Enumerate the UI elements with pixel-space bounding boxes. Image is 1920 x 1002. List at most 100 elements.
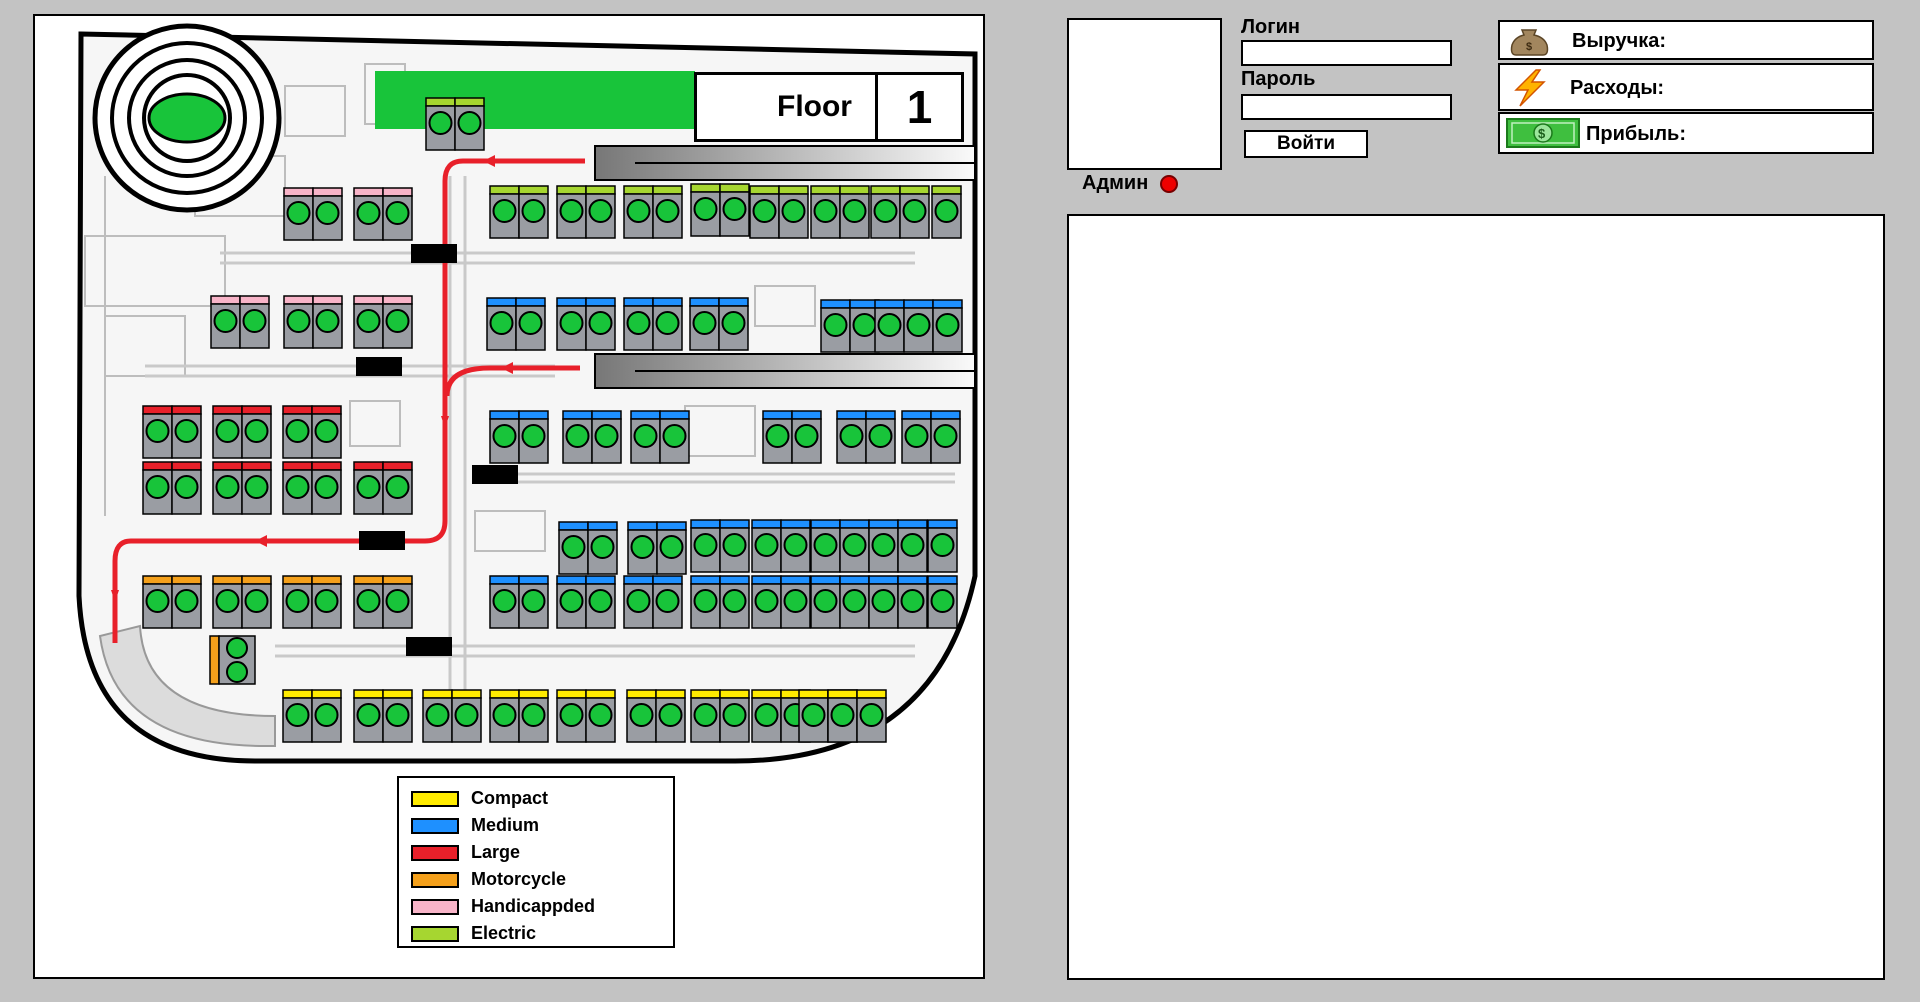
parking-spot[interactable] bbox=[212, 405, 243, 459]
parking-spot[interactable] bbox=[927, 575, 958, 629]
parking-spot[interactable] bbox=[930, 410, 961, 464]
parking-spot[interactable] bbox=[839, 575, 870, 629]
parking-spot[interactable] bbox=[868, 575, 899, 629]
parking-spot[interactable] bbox=[142, 575, 173, 629]
parking-spot[interactable] bbox=[585, 689, 616, 743]
parking-spot[interactable] bbox=[489, 185, 520, 239]
parking-spot[interactable] bbox=[282, 405, 313, 459]
parking-spot[interactable] bbox=[690, 183, 721, 237]
parking-spot[interactable] bbox=[556, 297, 587, 351]
parking-spot[interactable] bbox=[425, 97, 456, 151]
parking-spot[interactable] bbox=[226, 661, 248, 683]
parking-spot[interactable] bbox=[690, 689, 721, 743]
parking-spot[interactable] bbox=[518, 410, 549, 464]
parking-spot[interactable] bbox=[762, 410, 793, 464]
parking-spot[interactable] bbox=[353, 461, 384, 515]
parking-spot[interactable] bbox=[820, 299, 851, 353]
parking-spot[interactable] bbox=[659, 410, 690, 464]
parking-spot[interactable] bbox=[353, 187, 384, 241]
parking-spot[interactable] bbox=[241, 461, 272, 515]
parking-spot[interactable] bbox=[518, 575, 549, 629]
parking-spot[interactable] bbox=[382, 295, 413, 349]
parking-spot[interactable] bbox=[865, 410, 896, 464]
parking-spot[interactable] bbox=[382, 689, 413, 743]
parking-spot[interactable] bbox=[312, 187, 343, 241]
parking-spot[interactable] bbox=[798, 689, 829, 743]
parking-spot[interactable] bbox=[587, 521, 618, 575]
parking-spot[interactable] bbox=[585, 185, 616, 239]
parking-spot[interactable] bbox=[652, 185, 683, 239]
login-button[interactable]: Войти bbox=[1244, 130, 1368, 158]
parking-spot[interactable] bbox=[623, 575, 654, 629]
parking-spot[interactable] bbox=[719, 575, 750, 629]
parking-spot[interactable] bbox=[839, 185, 870, 239]
parking-spot[interactable] bbox=[489, 575, 520, 629]
parking-spot[interactable] bbox=[810, 575, 841, 629]
parking-spot[interactable] bbox=[751, 519, 782, 573]
parking-spot[interactable] bbox=[171, 461, 202, 515]
parking-spot[interactable] bbox=[241, 575, 272, 629]
parking-spot[interactable] bbox=[652, 575, 683, 629]
parking-spot[interactable] bbox=[353, 575, 384, 629]
parking-spot[interactable] bbox=[591, 410, 622, 464]
parking-spot[interactable] bbox=[311, 575, 342, 629]
parking-spot[interactable] bbox=[652, 297, 683, 351]
parking-spot[interactable] bbox=[312, 295, 343, 349]
parking-spot[interactable] bbox=[451, 689, 482, 743]
parking-spot[interactable] bbox=[212, 575, 243, 629]
parking-spot[interactable] bbox=[810, 185, 841, 239]
parking-spot[interactable] bbox=[585, 575, 616, 629]
parking-spot[interactable] bbox=[690, 575, 721, 629]
parking-spot[interactable] bbox=[489, 410, 520, 464]
parking-spot[interactable] bbox=[689, 297, 720, 351]
parking-spot[interactable] bbox=[282, 689, 313, 743]
parking-spot[interactable] bbox=[897, 575, 928, 629]
parking-spot[interactable] bbox=[791, 410, 822, 464]
parking-spot[interactable] bbox=[655, 689, 686, 743]
parking-spot[interactable] bbox=[626, 689, 657, 743]
parking-spot[interactable] bbox=[212, 461, 243, 515]
parking-spot[interactable] bbox=[422, 689, 453, 743]
parking-spot[interactable] bbox=[171, 405, 202, 459]
parking-spot[interactable] bbox=[382, 461, 413, 515]
parking-spot[interactable] bbox=[623, 185, 654, 239]
parking-spot[interactable] bbox=[585, 297, 616, 351]
parking-spot[interactable] bbox=[856, 689, 887, 743]
parking-spot[interactable] bbox=[751, 575, 782, 629]
parking-spot[interactable] bbox=[562, 410, 593, 464]
parking-spot[interactable] bbox=[518, 185, 549, 239]
parking-spot[interactable] bbox=[931, 185, 962, 239]
parking-spot[interactable] bbox=[311, 405, 342, 459]
login-input[interactable] bbox=[1241, 40, 1452, 66]
parking-spot[interactable] bbox=[171, 575, 202, 629]
parking-spot[interactable] bbox=[239, 295, 270, 349]
parking-spot[interactable] bbox=[690, 519, 721, 573]
parking-spot[interactable] bbox=[311, 689, 342, 743]
parking-spot[interactable] bbox=[656, 521, 687, 575]
parking-spot[interactable] bbox=[142, 405, 173, 459]
parking-spot[interactable] bbox=[810, 519, 841, 573]
parking-spot[interactable] bbox=[749, 185, 780, 239]
parking-spot[interactable] bbox=[311, 461, 342, 515]
parking-spot[interactable] bbox=[556, 575, 587, 629]
parking-spot[interactable] bbox=[142, 461, 173, 515]
parking-spot[interactable] bbox=[283, 295, 314, 349]
parking-spot[interactable] bbox=[827, 689, 858, 743]
parking-spot[interactable] bbox=[353, 295, 384, 349]
parking-spot[interactable] bbox=[558, 521, 589, 575]
parking-spot[interactable] bbox=[382, 575, 413, 629]
parking-spot[interactable] bbox=[283, 187, 314, 241]
parking-spot[interactable] bbox=[515, 297, 546, 351]
parking-spot[interactable] bbox=[627, 521, 658, 575]
parking-spot[interactable] bbox=[454, 97, 485, 151]
parking-spot[interactable] bbox=[518, 689, 549, 743]
parking-spot[interactable] bbox=[718, 297, 749, 351]
parking-spot[interactable] bbox=[836, 410, 867, 464]
parking-spot[interactable] bbox=[353, 689, 384, 743]
parking-spot[interactable] bbox=[751, 689, 782, 743]
parking-spot[interactable] bbox=[719, 519, 750, 573]
parking-spot[interactable] bbox=[489, 689, 520, 743]
parking-spot[interactable] bbox=[486, 297, 517, 351]
parking-spot[interactable] bbox=[868, 519, 899, 573]
parking-spot[interactable] bbox=[719, 689, 750, 743]
